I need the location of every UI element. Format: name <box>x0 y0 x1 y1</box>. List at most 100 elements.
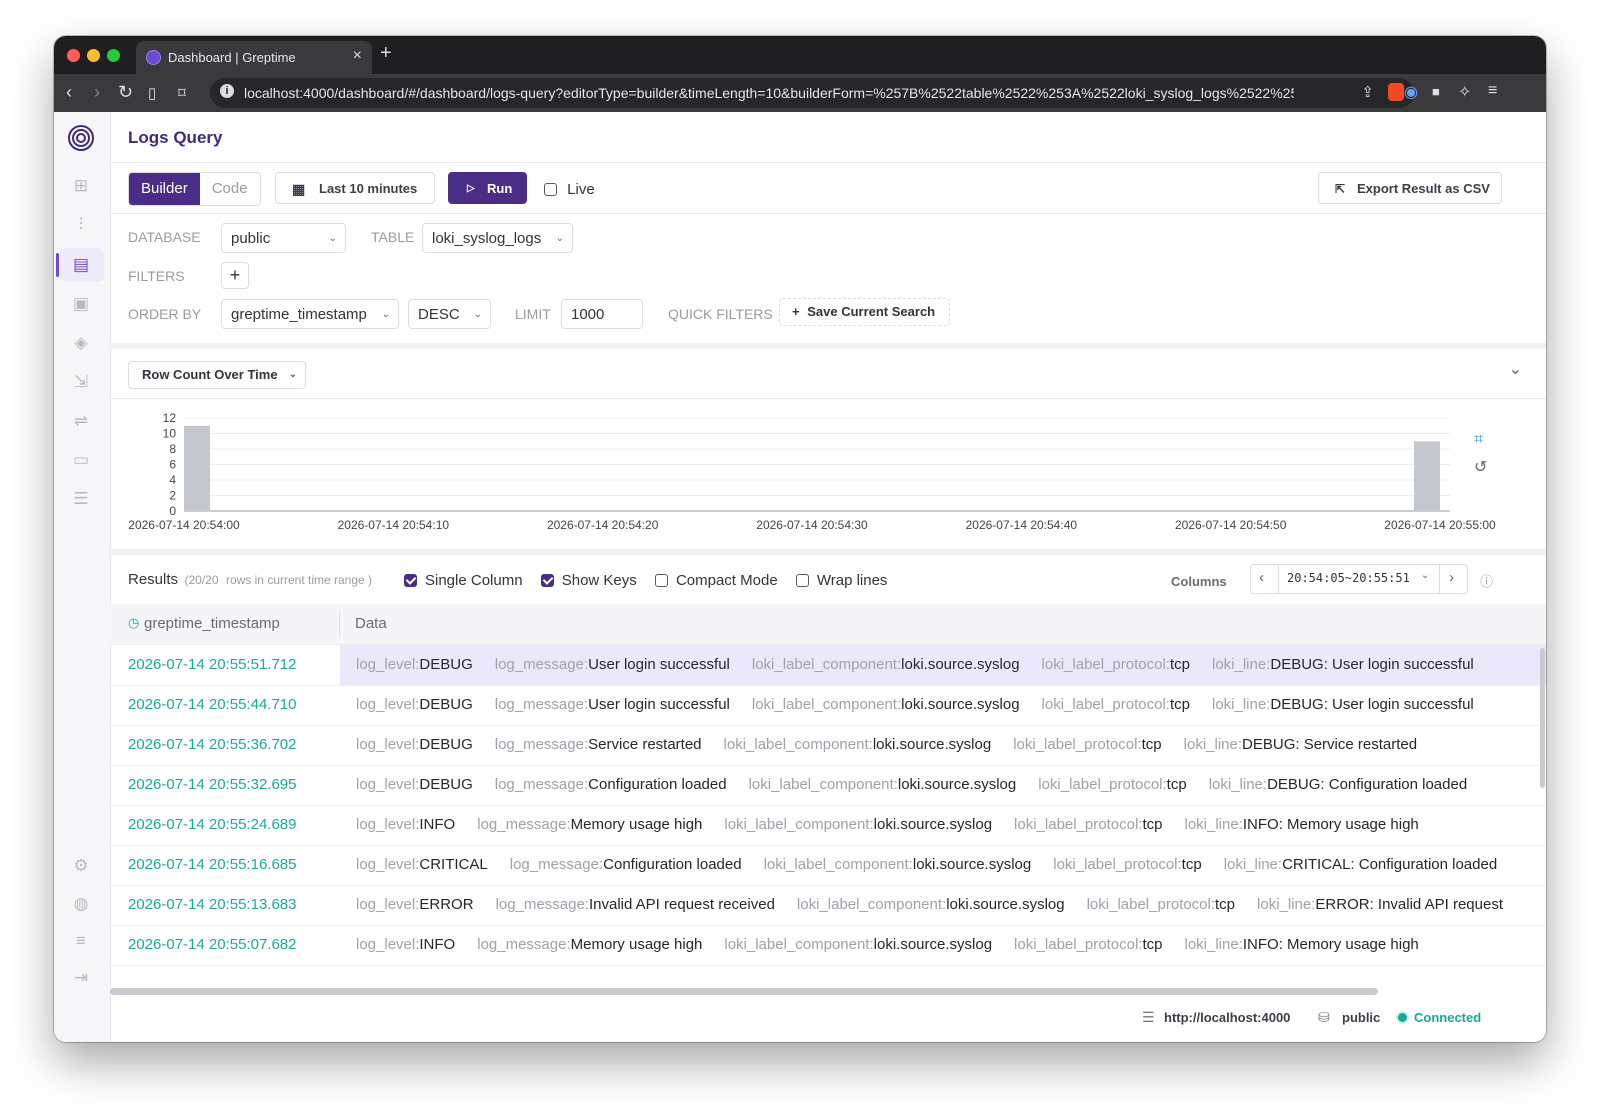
forward-icon[interactable]: › <box>94 82 100 103</box>
row-data[interactable]: log_level:DEBUG log_message:User login su… <box>356 656 1496 673</box>
ingest-icon[interactable]: ⇲ <box>70 371 92 393</box>
row-timestamp[interactable]: 2026-07-14 20:55:32.695 <box>128 776 296 793</box>
extensions-puzzle-icon[interactable]: ✧ <box>1458 82 1471 102</box>
table-row[interactable]: 2026-07-14 20:55:07.682 log_level:INFO log… <box>110 925 1546 966</box>
site-info-icon[interactable]: i <box>220 84 234 98</box>
row-timestamp[interactable]: 2026-07-14 20:55:07.682 <box>128 936 296 953</box>
table-row[interactable]: 2026-07-14 20:55:36.702 log_level:DEBUG lo… <box>110 725 1546 766</box>
row-data[interactable]: log_level:ERROR log_message:Invalid API r… <box>356 896 1525 913</box>
db-value[interactable]: public <box>1342 1010 1380 1025</box>
storage-icon[interactable]: ☰ <box>70 488 92 510</box>
info-icon[interactable]: ⓘ <box>1480 571 1493 590</box>
collapse-sidebar-icon[interactable]: ⇥ <box>70 967 92 989</box>
log-field-level: log_level:DEBUG <box>356 696 473 713</box>
order-by-select[interactable]: greptime_timestamp ⌄ <box>221 299 399 329</box>
password-manager-icon[interactable]: ◉ <box>1404 82 1418 102</box>
data-column-header[interactable]: Data <box>355 615 387 632</box>
code-mode-button[interactable]: Code <box>199 173 260 205</box>
logs-query-icon[interactable]: ▤ <box>70 254 92 276</box>
chart-type-select[interactable]: Row Count Over Time ⌄ <box>128 361 306 389</box>
show-keys-checkbox[interactable] <box>540 573 554 587</box>
bookmark-icon[interactable]: ⌑ <box>178 84 186 102</box>
layers-icon[interactable]: ◈ <box>70 332 92 354</box>
vertical-scrollbar[interactable] <box>1540 648 1545 788</box>
globe-icon[interactable]: ◍ <box>70 893 92 915</box>
table-select[interactable]: loki_syslog_logs ⌄ <box>422 223 573 253</box>
zoom-reset-icon[interactable]: ↺ <box>1474 457 1487 477</box>
order-by-value: greptime_timestamp <box>231 306 367 323</box>
table-row[interactable]: 2026-07-14 20:55:44.710 log_level:DEBUG lo… <box>110 685 1546 726</box>
extension-icon[interactable]: ■ <box>1432 84 1440 99</box>
row-data[interactable]: log_level:DEBUG log_message:Service resta… <box>356 736 1439 753</box>
run-button[interactable]: ▷ Run <box>448 172 527 204</box>
field-value: ERROR: Invalid API request <box>1315 896 1503 913</box>
single-column-option[interactable]: Single Column <box>404 571 523 589</box>
sidebar-toggle-icon[interactable]: ▯ <box>148 84 156 102</box>
menu-icon[interactable]: ≡ <box>1488 82 1497 100</box>
maximize-window-dot[interactable] <box>107 49 120 62</box>
row-timestamp[interactable]: 2026-07-14 20:55:51.712 <box>128 656 296 673</box>
dashboard-chart-icon[interactable]: ▭ <box>70 449 92 471</box>
limit-input[interactable]: 1000 <box>561 299 643 329</box>
pipeline-icon[interactable]: ⇌ <box>70 410 92 432</box>
tables-icon[interactable]: ⊞ <box>70 175 92 197</box>
single-column-checkbox[interactable] <box>404 573 417 587</box>
row-data[interactable]: log_level:CRITICAL log_message:Configurat… <box>356 856 1519 873</box>
close-tab-icon[interactable]: × <box>353 47 362 65</box>
time-range-button[interactable]: ▦ Last 10 minutes <box>275 172 435 204</box>
field-value: INFO: Memory usage high <box>1242 936 1419 953</box>
live-checkbox[interactable] <box>544 182 557 196</box>
share-icon[interactable]: ⇪ <box>1361 83 1374 101</box>
builder-mode-button[interactable]: Builder <box>129 173 200 205</box>
row-data[interactable]: log_level:DEBUG log_message:User login su… <box>356 696 1496 713</box>
metrics-chart-icon[interactable]: ⫶ <box>70 214 92 236</box>
add-filter-button[interactable]: + <box>221 262 249 289</box>
chevron-down-icon[interactable]: ⌄ <box>1421 570 1429 581</box>
next-window-icon[interactable]: › <box>1449 569 1454 586</box>
table-row[interactable]: 2026-07-14 20:55:24.689 log_level:INFO log… <box>110 805 1546 846</box>
timestamp-column-header[interactable]: greptime_timestamp <box>144 615 280 632</box>
wrap-lines-option[interactable]: Wrap lines <box>795 571 887 589</box>
back-icon[interactable]: ‹ <box>66 82 72 103</box>
save-current-search-button[interactable]: + Save Current Search <box>779 298 950 326</box>
columns-button[interactable]: Columns <box>1171 574 1227 589</box>
new-tab-icon[interactable]: + <box>380 42 392 65</box>
row-timestamp[interactable]: 2026-07-14 20:55:36.702 <box>128 736 296 753</box>
export-csv-button[interactable]: ⇱ Export Result as CSV <box>1318 172 1502 204</box>
log-view-icon[interactable]: ▣ <box>70 293 92 315</box>
horizontal-scrollbar[interactable] <box>110 988 1378 995</box>
brave-shield-icon[interactable] <box>1388 83 1404 101</box>
previous-window-icon[interactable]: ‹ <box>1259 569 1264 586</box>
reload-icon[interactable]: ↻ <box>118 82 133 103</box>
database-select[interactable]: public ⌄ <box>221 223 346 253</box>
show-keys-option[interactable]: Show Keys <box>540 571 637 589</box>
zoom-select-icon[interactable]: ⌗ <box>1474 431 1483 449</box>
compact-mode-option[interactable]: Compact Mode <box>654 571 778 589</box>
row-data[interactable]: log_level:DEBUG log_message:Configuration… <box>356 776 1489 793</box>
collapse-chart-icon[interactable]: ⌄ <box>1509 359 1522 379</box>
row-data[interactable]: log_level:INFO log_message:Memory usage h… <box>356 816 1441 833</box>
table-row[interactable]: 2026-07-14 20:55:32.695 log_level:DEBUG lo… <box>110 765 1546 806</box>
row-data[interactable]: log_level:INFO log_message:Memory usage h… <box>356 936 1441 953</box>
table-row[interactable]: 2026-07-14 20:55:13.683 log_level:ERROR lo… <box>110 885 1546 926</box>
row-timestamp[interactable]: 2026-07-14 20:55:13.683 <box>128 896 296 913</box>
greptime-logo-icon[interactable] <box>67 124 95 152</box>
row-timestamp[interactable]: 2026-07-14 20:55:16.685 <box>128 856 296 873</box>
address-bar[interactable]: i localhost:4000/dashboard/#/dashboard/l… <box>210 78 1414 108</box>
order-direction-select[interactable]: DESC ⌄ <box>408 299 491 329</box>
row-timestamp[interactable]: 2026-07-14 20:55:44.710 <box>128 696 296 713</box>
menu-lines-icon[interactable]: ≡ <box>70 930 92 952</box>
wrap-lines-checkbox[interactable] <box>795 573 809 587</box>
live-toggle[interactable]: Live <box>544 180 595 198</box>
table-row[interactable]: 2026-07-14 20:55:51.712 log_level:DEBUG lo… <box>110 645 1546 686</box>
settings-gear-icon[interactable]: ⚙ <box>70 855 92 877</box>
log-field-line: loki_line:DEBUG: User login successful <box>1212 656 1474 673</box>
minimize-window-dot[interactable] <box>87 49 100 62</box>
browser-tab[interactable]: Dashboard | Greptime × <box>136 41 372 74</box>
time-window-value[interactable]: 20:54:05~20:55:51 <box>1287 571 1410 585</box>
close-window-dot[interactable] <box>67 49 80 62</box>
table-row[interactable]: 2026-07-14 20:55:16.685 log_level:CRITICA… <box>110 845 1546 886</box>
compact-mode-checkbox[interactable] <box>654 573 668 587</box>
row-timestamp[interactable]: 2026-07-14 20:55:24.689 <box>128 816 296 833</box>
host-value[interactable]: http://localhost:4000 <box>1164 1010 1290 1025</box>
